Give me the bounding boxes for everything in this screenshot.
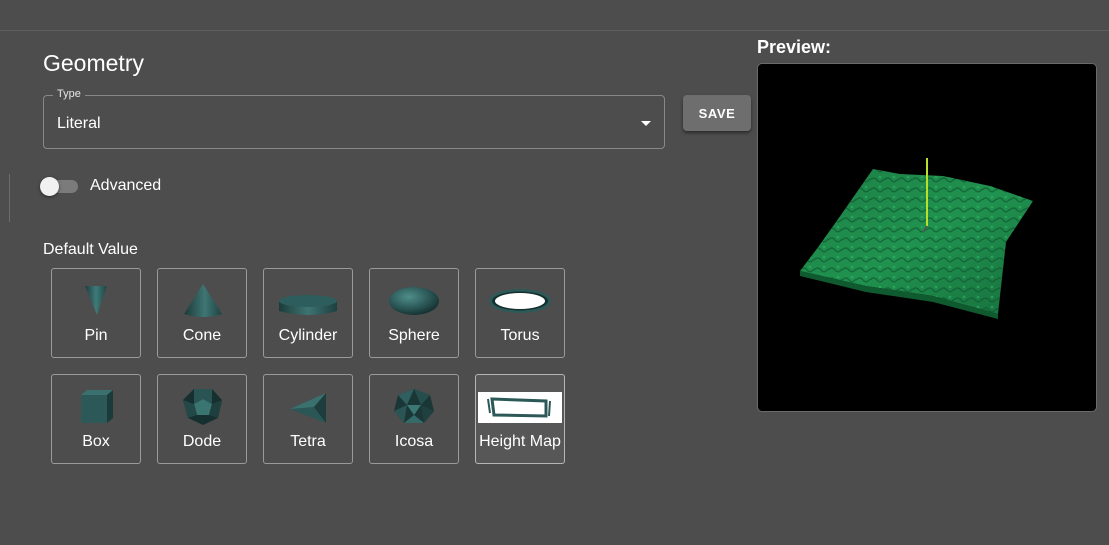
save-button[interactable]: SAVE bbox=[683, 95, 751, 131]
icosahedron-icon bbox=[394, 389, 434, 423]
pin-icon bbox=[85, 286, 107, 315]
shape-tile-label: Tetra bbox=[290, 433, 326, 450]
torus-icon bbox=[489, 289, 551, 313]
preview-title: Preview: bbox=[757, 37, 832, 57]
shape-tile-dode[interactable]: Dode bbox=[157, 374, 247, 464]
advanced-toggle[interactable] bbox=[40, 177, 80, 196]
advanced-toggle-label: Advanced bbox=[90, 177, 162, 194]
terrain-preview-icon bbox=[800, 158, 1033, 319]
type-select[interactable]: Type Literal bbox=[43, 88, 665, 149]
shape-tile-label: Torus bbox=[500, 327, 540, 344]
cylinder-icon bbox=[279, 295, 337, 315]
height-map-icon bbox=[478, 392, 562, 423]
page-title: Geometry bbox=[43, 50, 144, 76]
shape-tile-label: Cone bbox=[182, 327, 222, 344]
shape-tile-cone[interactable]: Cone bbox=[157, 268, 247, 358]
shape-tile-label: Icosa bbox=[394, 433, 434, 450]
box-icon bbox=[81, 390, 113, 423]
default-value-label: Default Value bbox=[43, 241, 138, 258]
sphere-icon bbox=[389, 287, 439, 315]
shape-tile-label: Dode bbox=[182, 433, 222, 450]
side-divider bbox=[9, 174, 10, 222]
shape-tile-label: Pin bbox=[84, 327, 108, 344]
shape-tile-icosa[interactable]: Icosa bbox=[369, 374, 459, 464]
shape-tile-cylinder[interactable]: Cylinder bbox=[263, 268, 353, 358]
shape-tile-label: Cylinder bbox=[278, 327, 338, 344]
shape-tile-tetra[interactable]: Tetra bbox=[263, 374, 353, 464]
shape-tile-box[interactable]: Box bbox=[51, 374, 141, 464]
dodecahedron-icon bbox=[183, 389, 222, 425]
shape-tile-sphere[interactable]: Sphere bbox=[369, 268, 459, 358]
shape-tile-torus[interactable]: Torus bbox=[475, 268, 565, 358]
shape-tile-label: Height Map bbox=[479, 433, 561, 450]
shape-tile-height-map[interactable]: Height Map bbox=[475, 374, 565, 464]
cone-icon bbox=[184, 284, 222, 317]
tetrahedron-icon bbox=[290, 393, 326, 423]
preview-viewport[interactable] bbox=[757, 63, 1097, 412]
caret-down-icon bbox=[641, 121, 651, 126]
type-select-label: Type bbox=[53, 88, 85, 100]
toggle-thumb bbox=[40, 177, 59, 196]
shape-tile-label: Box bbox=[82, 433, 110, 450]
shape-tile-label: Sphere bbox=[388, 327, 440, 344]
type-select-value: Literal bbox=[57, 115, 101, 132]
top-bar bbox=[0, 0, 1109, 31]
shape-tile-pin[interactable]: Pin bbox=[51, 268, 141, 358]
